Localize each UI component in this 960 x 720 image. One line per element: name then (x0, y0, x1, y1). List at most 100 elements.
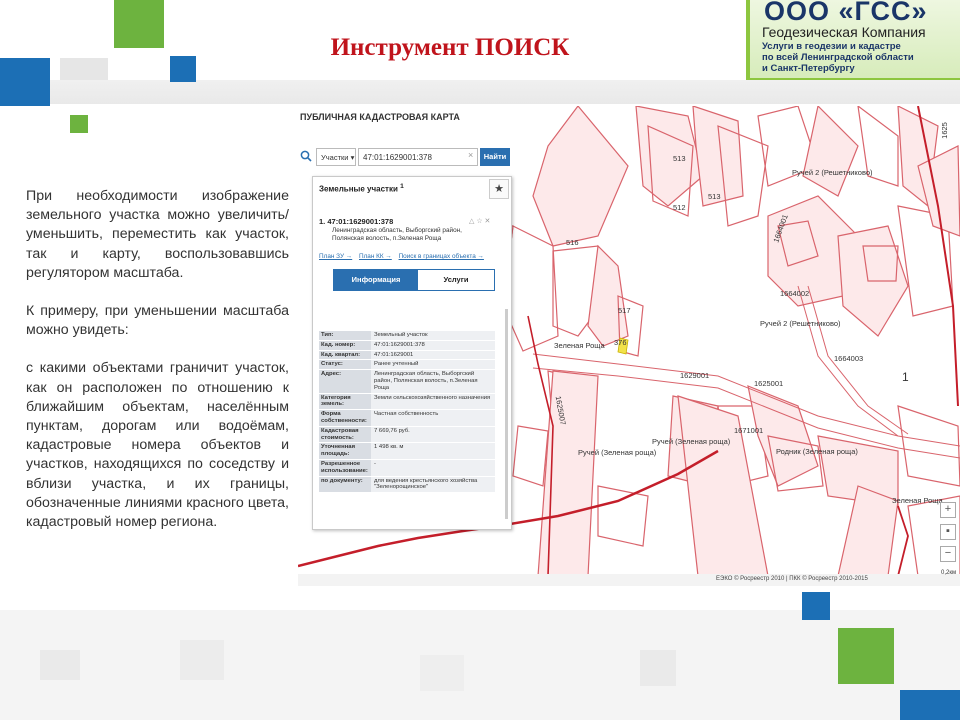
map-label: 1664002 (780, 289, 810, 298)
map-label: 517 (618, 306, 631, 315)
deco-square-grey-b4 (640, 650, 676, 686)
zoom-out-button[interactable]: − (940, 546, 956, 562)
attribute-key: Форма собственности: (319, 410, 371, 426)
attribute-row: Уточненная площадь: 1 498 кв. м (319, 443, 495, 460)
body-text: При необходимости изображение земельного… (26, 187, 289, 532)
attribute-row: Разрешенное использование: - (319, 459, 495, 477)
attribute-row: Форма собственности: Частная собственност… (319, 410, 495, 427)
zoom-in-button[interactable]: + (940, 502, 956, 518)
map-scale: 0,2км (941, 570, 957, 576)
attribute-key: Категория земель: (319, 393, 371, 410)
map-label: 1625001 (754, 379, 784, 388)
logo-desc-line: Услуги в геодезии и кадастре (762, 41, 901, 52)
attributes-table: Тип: Земельный участок Кад. номер: 47:01:16… (319, 331, 495, 494)
search-type-select[interactable]: Участки ▾ (316, 148, 356, 166)
attribute-row: Кадастровая стоимость: 7 669,76 руб. (319, 426, 495, 444)
deco-square-blue-corner (900, 690, 960, 720)
result-cad-number: 47:01:1629001:378 (327, 217, 394, 226)
map-copyright: ЕЭКО © Росреестр 2010 | ПКК © Росреестр … (716, 576, 868, 582)
attribute-value: 7 669,76 руб. (371, 426, 495, 443)
attribute-key: по документу: (319, 476, 371, 493)
deco-square-green-bottom (838, 628, 894, 684)
map-label: 513 (673, 154, 686, 163)
tab-services[interactable]: Услуги (418, 270, 494, 290)
map-label: 1625 (939, 122, 949, 139)
panel-title: Земельные участки 1 (319, 183, 404, 194)
map-label: Зеленая Роща (554, 341, 605, 350)
company-logo: ООО «ГСС» Геодезическая Компания Услуги … (746, 0, 960, 80)
map-label: 1671001 (734, 426, 764, 435)
panel-count: 1 (400, 183, 404, 190)
link-plan-kk[interactable]: План КК → (359, 253, 392, 260)
result-address: Ленинградская область, Выборгский район,… (332, 227, 462, 242)
deco-square-green (114, 0, 164, 48)
panel-title-text: Земельные участки (319, 184, 398, 194)
attribute-value: Частная собственность (371, 410, 495, 426)
attribute-value: Земли сельскохозяйственного назначения (371, 393, 495, 410)
deco-square-blue-small (170, 56, 196, 82)
deco-square-grey-b2 (180, 640, 224, 680)
deco-square-green-small (70, 115, 88, 133)
paragraph-2: К примеру, при уменьшении масштаба можно… (26, 303, 289, 339)
link-plan-zu[interactable]: План ЗУ → (319, 253, 352, 260)
logo-desc-line: и Санкт-Петербургу (762, 63, 855, 74)
link-search-in-bounds[interactable]: Поиск в границах объекта → (399, 253, 484, 260)
attribute-row: Адрес: Ленинградская область, Выборгский … (319, 370, 495, 394)
logo-desc-line: по всей Ленинградской области (762, 52, 914, 63)
attribute-key: Разрешенное использование: (319, 459, 371, 476)
map-label: 1629001 (680, 371, 710, 380)
map-label: Ручей 2 (Решетниково) (792, 168, 873, 177)
result-links: План ЗУ → План КК → Поиск в границах объ… (319, 253, 489, 260)
attribute-key: Кад. номер: (319, 340, 371, 350)
attribute-row: Статус: Ранее учтенный (319, 360, 495, 371)
attribute-key: Кадастровая стоимость: (319, 426, 371, 443)
logo-panel: ООО «ГСС» Геодезическая Компания Услуги … (750, 0, 960, 78)
attribute-key: Статус: (319, 360, 371, 370)
search-button[interactable]: Найти (480, 148, 510, 166)
map-label: Зеленая Роща (892, 496, 943, 505)
info-tabs: Информация Услуги (333, 269, 495, 291)
map-label: 512 (673, 203, 686, 212)
attribute-value: для ведения крестьянского хозяйства "Зел… (371, 476, 495, 493)
attribute-row: Кад. номер: 47:01:1629001:378 (319, 340, 495, 351)
deco-square-grey-b1 (40, 650, 80, 680)
attribute-row: по документу: для ведения крестьянского х… (319, 476, 495, 494)
footer-band (0, 610, 960, 720)
map-label: Ручей 2 (Решетниково) (760, 319, 841, 328)
attribute-key: Уточненная площадь: (319, 443, 371, 459)
map-label: Родник (Зеленая роща) (776, 447, 858, 456)
attribute-key: Тип: (319, 331, 371, 340)
deco-square-blue (0, 58, 50, 106)
header-band (0, 80, 960, 104)
logo-subtitle: Геодезическая Компания (762, 24, 926, 40)
result-number: 1. 47:01:1629001:378 (319, 217, 393, 226)
attribute-row: Кад. квартал: 47:01:1629001 (319, 350, 495, 361)
slide: Инструмент ПОИСК ООО «ГСС» Геодезическая… (0, 0, 960, 720)
logo-name: ООО «ГСС» (764, 0, 928, 26)
clear-icon[interactable]: × (468, 150, 473, 160)
favorite-star-icon[interactable]: ★ (489, 179, 509, 199)
logo-description: Услуги в геодезии и кадастре по всей Лен… (762, 41, 958, 74)
tab-information[interactable]: Информация (334, 270, 418, 290)
result-tools-icons[interactable]: △ ☆ ✕ (469, 217, 490, 225)
map-label: 516 (566, 238, 579, 247)
map-label: 1664003 (834, 354, 864, 363)
deco-square-grey-b3 (420, 655, 464, 691)
search-input[interactable] (358, 148, 478, 166)
attribute-value: 47:01:1629001 (371, 350, 495, 360)
search-bar: Участки ▾ × Найти (300, 146, 510, 168)
attribute-value: Земельный участок (371, 331, 495, 340)
attribute-value: Ранее учтенный (371, 360, 495, 370)
zoom-slider-icon[interactable]: ▪ (940, 524, 956, 540)
paragraph-3: с какими объектами граничит участок, как… (26, 360, 289, 531)
map-label: 513 (708, 192, 721, 201)
attribute-value: Ленинградская область, Выборгский район,… (371, 370, 495, 393)
paragraph-1: При необходимости изображение земельного… (26, 188, 289, 281)
search-icon[interactable] (300, 150, 312, 162)
attribute-key: Кад. квартал: (319, 350, 371, 360)
attribute-value: 47:01:1629001:378 (371, 340, 495, 350)
panel-scrollbar[interactable] (505, 309, 508, 519)
map-label: 376 (614, 338, 627, 347)
map-label: Ручей (Зеленая роща) (652, 437, 731, 446)
cadastral-map-screenshot: ПУБЛИЧНАЯ КАДАСТРОВАЯ КАРТА Участки ▾ × … (298, 106, 960, 586)
